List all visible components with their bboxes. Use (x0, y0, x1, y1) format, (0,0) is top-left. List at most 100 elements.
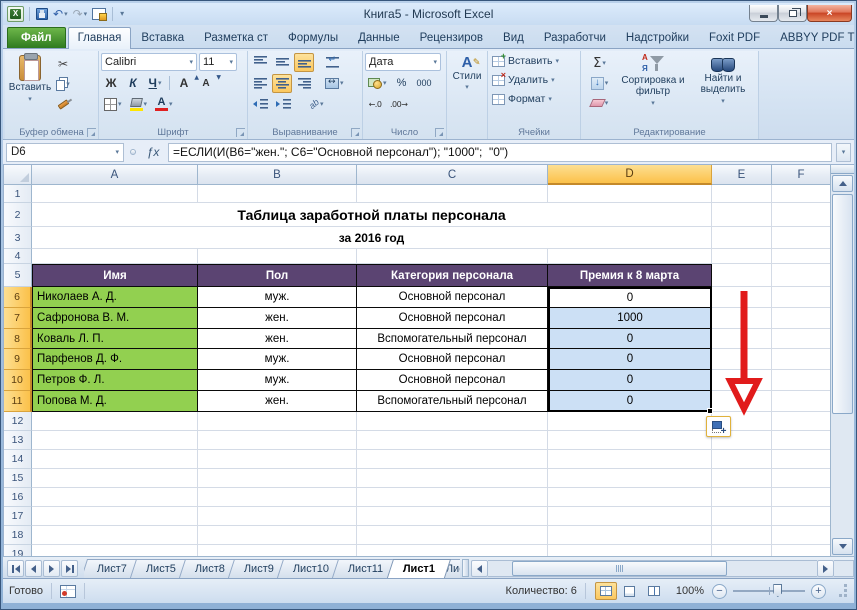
merge-center-button[interactable]: ▾ (322, 74, 347, 93)
cell-E17[interactable] (712, 507, 772, 526)
cell-C17[interactable] (357, 507, 548, 526)
cell-D10[interactable]: 0 (548, 370, 712, 391)
cell-A14[interactable] (32, 450, 198, 469)
ribbon-tab-ABBYY PDF T[interactable]: ABBYY PDF T (770, 27, 857, 48)
align-left-button[interactable] (250, 74, 270, 93)
scroll-down-button[interactable] (832, 538, 853, 555)
cell-A2-merged[interactable]: Таблица заработной платы персонала (32, 203, 712, 227)
row-header-14[interactable]: 14 (4, 450, 32, 469)
cell-C9[interactable]: Основной персонал (357, 349, 548, 370)
cell-C4[interactable] (357, 249, 548, 264)
ribbon-tab-Разработчи[interactable]: Разработчи (534, 27, 616, 48)
cell-B7[interactable]: жен. (198, 308, 357, 329)
ribbon-tab-Данные[interactable]: Данные (348, 27, 410, 48)
cell-A3-merged[interactable]: за 2016 год (32, 227, 712, 249)
normal-view-button[interactable] (595, 582, 617, 600)
horizontal-scrollbar-track[interactable] (488, 560, 817, 577)
find-select-button[interactable]: Найти и выделить ▾ (690, 52, 756, 125)
cell-F7[interactable] (772, 308, 831, 329)
ribbon-tab-Разметка ст[interactable]: Разметка ст (194, 27, 278, 48)
cell-D1[interactable] (548, 185, 712, 203)
decrease-decimal-button[interactable]: .00→ (387, 95, 410, 114)
cell-F16[interactable] (772, 488, 831, 507)
font-color-button[interactable]: А▾ (152, 95, 176, 114)
cell-C8[interactable]: Вспомогательный персонал (357, 329, 548, 349)
format-cells-button[interactable]: Формат▾ (490, 90, 578, 109)
cell-B11[interactable]: жен. (198, 391, 357, 412)
ribbon-tab-Формулы[interactable]: Формулы (278, 27, 348, 48)
cell-C18[interactable] (357, 526, 548, 545)
select-all-corner[interactable] (4, 165, 32, 185)
last-sheet-button[interactable] (61, 560, 78, 577)
cell-C13[interactable] (357, 431, 548, 450)
row-header-4[interactable]: 4 (4, 249, 32, 264)
vertical-scrollbar[interactable] (830, 165, 854, 556)
font-name-combo[interactable]: Calibri▾ (101, 53, 197, 71)
cell-A8[interactable]: Коваль Л. П. (32, 329, 198, 349)
name-box[interactable]: D6▾ (6, 143, 124, 162)
cell-D11[interactable]: 0 (548, 391, 712, 412)
cell-C16[interactable] (357, 488, 548, 507)
cell-A19[interactable] (32, 545, 198, 556)
autofill-options-button[interactable] (706, 416, 731, 437)
cell-B9[interactable]: муж. (198, 349, 357, 370)
cell-D17[interactable] (548, 507, 712, 526)
cell-F19[interactable] (772, 545, 831, 556)
cell-E3[interactable] (712, 227, 772, 249)
cell-F9[interactable] (772, 349, 831, 370)
row-header-8[interactable]: 8 (4, 329, 32, 349)
expand-formula-bar-button[interactable]: ▾ (836, 143, 851, 162)
row-header-15[interactable]: 15 (4, 469, 32, 488)
next-sheet-button[interactable] (43, 560, 60, 577)
minimize-button[interactable] (749, 5, 778, 22)
cell-B6[interactable]: муж. (198, 287, 357, 308)
column-header-F[interactable]: F (772, 165, 831, 185)
cell-A4[interactable] (32, 249, 198, 264)
cell-A16[interactable] (32, 488, 198, 507)
ribbon-tab-Вид[interactable]: Вид (493, 27, 534, 48)
align-top-button[interactable] (250, 53, 270, 72)
shrink-font-button[interactable]: А▼ (196, 74, 216, 93)
cell-A10[interactable]: Петров Ф. Л. (32, 370, 198, 391)
previous-sheet-button[interactable] (25, 560, 42, 577)
row-header-5[interactable]: 5 (4, 264, 32, 287)
ribbon-tab-Рецензиров[interactable]: Рецензиров (410, 27, 493, 48)
ribbon-tab-Главная[interactable]: Главная (68, 27, 132, 49)
cell-E14[interactable] (712, 450, 772, 469)
formula-bar-handle[interactable] (128, 143, 138, 162)
column-header-A[interactable]: A (32, 165, 198, 185)
close-button[interactable]: × (807, 5, 852, 22)
cell-D5[interactable]: Премия к 8 марта (548, 264, 712, 287)
row-header-10[interactable]: 10 (4, 370, 32, 391)
alignment-dialog-launcher-icon[interactable] (351, 128, 360, 137)
scroll-up-button[interactable] (832, 175, 853, 192)
wrap-text-button[interactable] (322, 53, 342, 72)
row-header-3[interactable]: 3 (4, 227, 32, 249)
cell-F8[interactable] (772, 329, 831, 349)
cell-F18[interactable] (772, 526, 831, 545)
cell-B16[interactable] (198, 488, 357, 507)
cell-D15[interactable] (548, 469, 712, 488)
cell-B12[interactable] (198, 412, 357, 431)
clear-button[interactable]: ▾ (583, 94, 616, 113)
vertical-scrollbar-thumb[interactable] (832, 194, 853, 414)
first-sheet-button[interactable] (7, 560, 24, 577)
align-bottom-button[interactable] (294, 53, 314, 72)
row-header-17[interactable]: 17 (4, 507, 32, 526)
bold-button[interactable]: Ж (101, 74, 121, 93)
cell-F14[interactable] (772, 450, 831, 469)
row-header-19[interactable]: 19 (4, 545, 32, 556)
cell-E4[interactable] (712, 249, 772, 264)
cell-F5[interactable] (772, 264, 831, 287)
cell-B15[interactable] (198, 469, 357, 488)
increase-decimal-button[interactable]: ←.0 (365, 95, 385, 114)
align-right-button[interactable] (294, 74, 314, 93)
cell-E2[interactable] (712, 203, 772, 227)
orientation-button[interactable]: ab▾ (306, 95, 327, 114)
cell-F1[interactable] (772, 185, 831, 203)
column-header-B[interactable]: B (198, 165, 357, 185)
borders-button[interactable]: ▾ (101, 95, 125, 114)
cell-D4[interactable] (548, 249, 712, 264)
align-center-button[interactable] (272, 74, 292, 93)
underline-button[interactable]: Ч▾ (145, 74, 165, 93)
